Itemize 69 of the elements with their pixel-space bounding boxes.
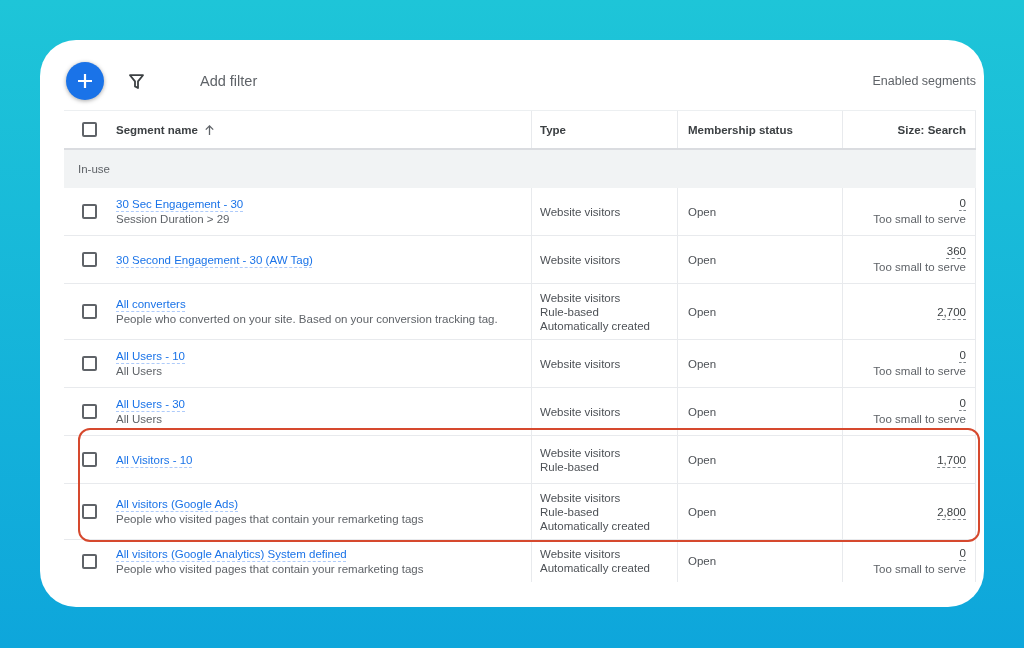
audience-size: 360: [946, 244, 966, 259]
segment-type: Website visitors: [540, 445, 621, 460]
segment-type: Website visitors: [540, 356, 621, 371]
plus-icon: [77, 73, 93, 89]
segment-type: Rule-based: [540, 459, 599, 474]
checkbox[interactable]: [82, 452, 97, 467]
audience-size: 1,700: [937, 452, 966, 468]
segment-name-link[interactable]: 30 Sec Engagement - 30: [116, 196, 244, 212]
checkbox[interactable]: [82, 356, 97, 371]
add-button[interactable]: [66, 62, 104, 100]
audience-size: 0: [959, 348, 966, 363]
segment-type: Website visitors: [540, 252, 621, 267]
segment-name-link[interactable]: All converters: [116, 296, 186, 312]
checkbox[interactable]: [82, 553, 97, 569]
checkbox[interactable]: [82, 122, 97, 137]
checkbox[interactable]: [82, 404, 97, 419]
membership-status: Open: [688, 452, 717, 467]
segment-type: Automatically created: [540, 518, 650, 533]
checkbox[interactable]: [82, 304, 97, 319]
segment-type: Rule-based: [540, 504, 599, 519]
column-header[interactable]: Membership status: [688, 123, 793, 136]
audience-size: 2,800: [937, 504, 966, 520]
segment-type: Automatically created: [540, 318, 650, 333]
segment-description: All Users: [116, 364, 162, 379]
segment-description: People who visited pages that contain your remarketing tags: [116, 512, 424, 527]
checkbox[interactable]: [82, 204, 97, 219]
group-heading: In-use: [64, 150, 976, 188]
membership-status: Open: [688, 304, 717, 319]
membership-status: Open: [688, 554, 717, 568]
membership-status: Open: [688, 404, 717, 419]
membership-status: Open: [688, 204, 717, 219]
column-header[interactable]: Size: Search: [897, 123, 966, 136]
segment-description: All Users: [116, 412, 162, 427]
segment-type: Website visitors: [540, 490, 621, 505]
segment-type: Automatically created: [540, 561, 650, 575]
segment-type: Website visitors: [540, 204, 621, 219]
segment-description: People who visited pages that contain your remarketing tags: [116, 561, 424, 577]
segment-name-link[interactable]: All Visitors - 10: [116, 451, 193, 468]
filter-icon[interactable]: [129, 73, 144, 89]
size-note: Too small to serve: [873, 212, 966, 227]
segment-description: People who converted on your site. Based on your conversion tracking tag.: [116, 312, 498, 327]
size-note: Too small to serve: [873, 412, 966, 427]
size-note: Too small to serve: [873, 260, 966, 275]
arrow-up-icon[interactable]: [204, 124, 214, 135]
membership-status: Open: [688, 356, 717, 371]
membership-status: Open: [688, 504, 717, 519]
segment-view-label: Enabled segments: [872, 74, 976, 88]
segment-name-link[interactable]: 30 Second Engagement - 30 (AW Tag): [116, 251, 313, 268]
size-note: Too small to serve: [873, 561, 966, 577]
segment-type: Website visitors: [540, 404, 621, 419]
column-header[interactable]: Type: [540, 123, 566, 136]
audience-size: 0: [959, 396, 966, 411]
checkbox[interactable]: [82, 252, 97, 267]
audience-size: 2,700: [937, 304, 966, 320]
segment-description: Session Duration > 29: [116, 212, 230, 227]
checkbox[interactable]: [82, 504, 97, 519]
segment-type: Website visitors: [540, 290, 621, 305]
segment-type: Website visitors: [540, 547, 621, 561]
segment-type: Rule-based: [540, 304, 599, 319]
membership-status: Open: [688, 252, 717, 267]
audience-size: 0: [959, 545, 966, 561]
audience-size: 0: [959, 196, 966, 211]
segment-name-link[interactable]: All Users - 30: [116, 396, 186, 412]
add-filter-button[interactable]: Add filter: [200, 73, 258, 89]
column-header[interactable]: Segment name: [116, 123, 198, 136]
segment-name-link[interactable]: All visitors (Google Analytics) System defined: [116, 545, 347, 562]
segment-name-link[interactable]: All Users - 10: [116, 348, 186, 364]
size-note: Too small to serve: [873, 364, 966, 379]
segment-name-link[interactable]: All visitors (Google Ads): [116, 496, 239, 512]
